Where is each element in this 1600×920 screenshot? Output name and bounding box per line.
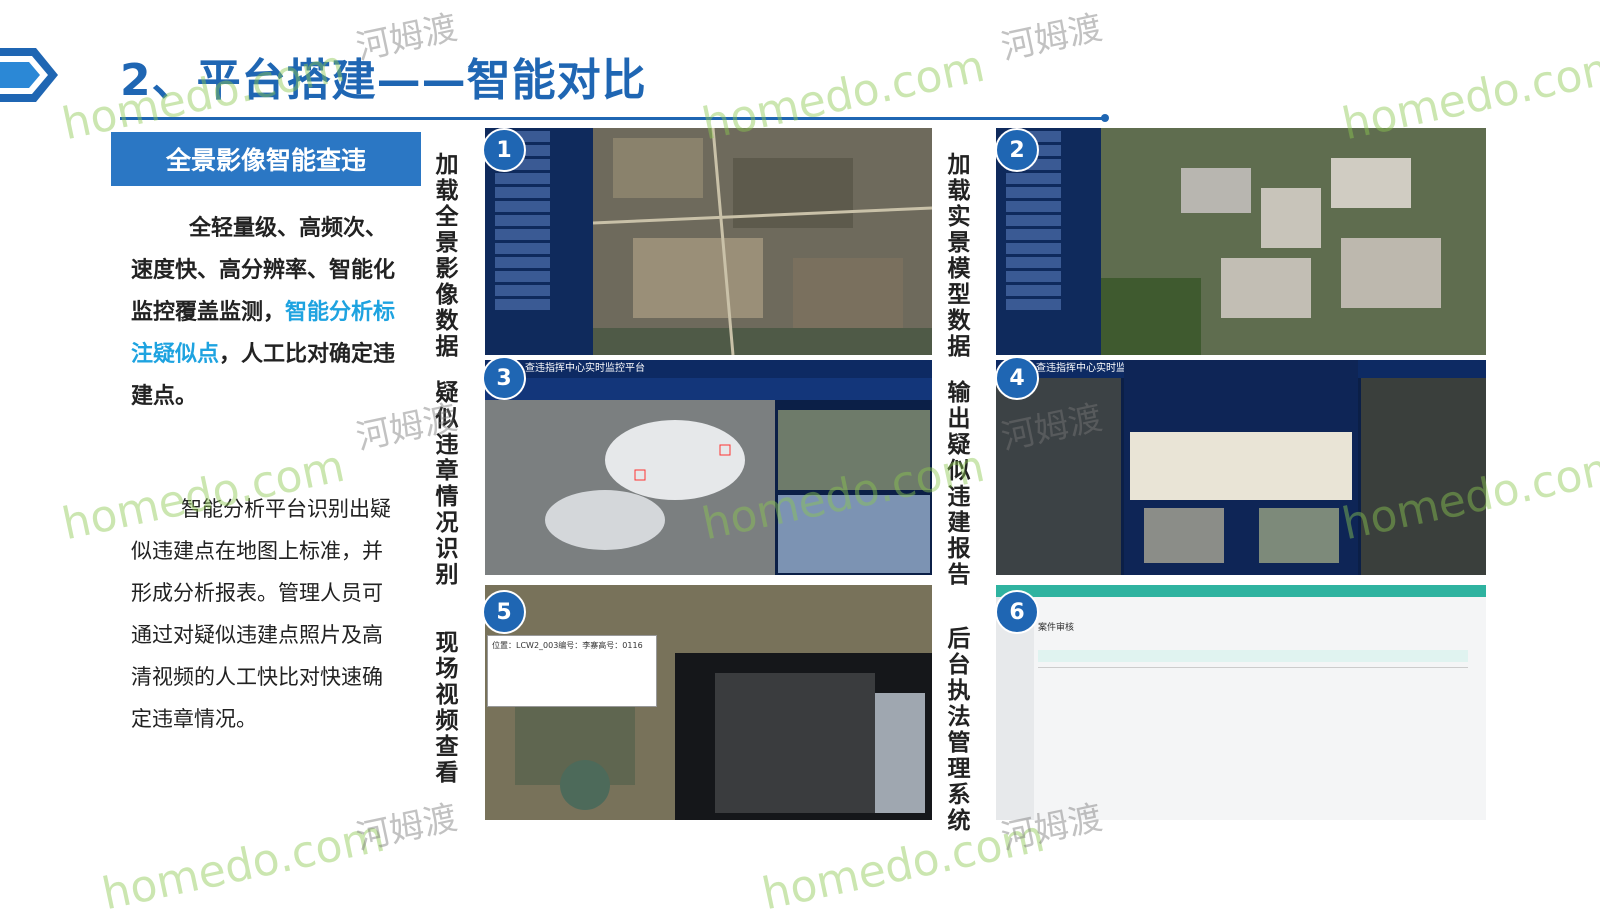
table-header-rule xyxy=(1038,667,1468,668)
watermark-cn: 河姆渡 xyxy=(997,7,1106,69)
step-badge-4: 4 xyxy=(995,356,1039,400)
backend-page-title: 案件审核 xyxy=(1038,623,1075,633)
screenshot-backend: 案件审核 xyxy=(996,585,1486,820)
report-photo-1 xyxy=(1144,508,1224,563)
report-dialog xyxy=(1124,360,1358,575)
label-backend-system: 后台执法管理系统 xyxy=(947,626,971,834)
screenshot-panorama xyxy=(485,128,932,355)
backend-header xyxy=(996,585,1486,597)
backend-filter xyxy=(1038,650,1468,662)
report-photo-2 xyxy=(1259,508,1339,563)
label-output-report: 输出疑似违建报告 xyxy=(947,380,971,588)
watermark-cn: 河姆渡 xyxy=(352,797,461,859)
description-paragraph: 智能分析平台识别出疑似违建点在地图上标准，并形成分析报表。管理人员可通过对疑似违… xyxy=(131,488,403,740)
platform-header: 查违指挥中心实时监控平台 xyxy=(485,360,932,378)
screenshot-report: 查违指挥中心实时监 xyxy=(996,360,1486,575)
watermark: homedo.com xyxy=(97,810,389,920)
aerial-photo xyxy=(778,495,930,573)
cloud-satellite-map xyxy=(485,400,775,575)
oblique-photo xyxy=(778,410,930,490)
report-map xyxy=(1130,432,1352,500)
step-badge-3: 3 xyxy=(482,356,526,400)
video-frame xyxy=(715,673,875,813)
label-load-realscene: 加载实景模型数据 xyxy=(947,152,971,360)
screenshot-site-video: 位置：LCW2_003编号：李寨高号：0116 xyxy=(485,585,932,820)
title-divider xyxy=(120,117,1105,120)
arrow-logo-icon xyxy=(0,48,58,102)
right-satellite xyxy=(1361,378,1486,575)
step-badge-5: 5 xyxy=(482,590,526,634)
intro-paragraph: 全轻量级、高频次、速度快、高分辨率、智能化监控覆盖监测，智能分析标注疑似点，人工… xyxy=(131,208,406,418)
label-load-panorama: 加载全景影像数据 xyxy=(435,152,459,360)
screenshot-realscene xyxy=(996,128,1486,355)
video-player[interactable] xyxy=(675,653,932,820)
label-site-video: 现场视频查看 xyxy=(435,630,459,786)
step-badge-2: 2 xyxy=(995,128,1039,172)
step-badge-6: 6 xyxy=(995,590,1039,634)
popup-text: 位置：LCW2_003编号：李寨高号：0116 xyxy=(492,641,643,650)
section-heading: 全景影像智能查违 xyxy=(111,132,421,186)
video-building xyxy=(875,693,925,813)
step-badge-1: 1 xyxy=(482,128,526,172)
description-text: 智能分析平台识别出疑似违建点在地图上标准，并形成分析报表。管理人员可通过对疑似违… xyxy=(131,497,391,731)
satellite-map xyxy=(593,128,932,355)
title-divider-dot xyxy=(1101,114,1109,122)
screenshot-suspect-identify: 查违指挥中心实时监控平台 xyxy=(485,360,932,575)
toolbar xyxy=(485,378,932,400)
site-info-popup: 位置：LCW2_003编号：李寨高号：0116 xyxy=(487,635,657,707)
3d-city-model xyxy=(1101,128,1486,355)
